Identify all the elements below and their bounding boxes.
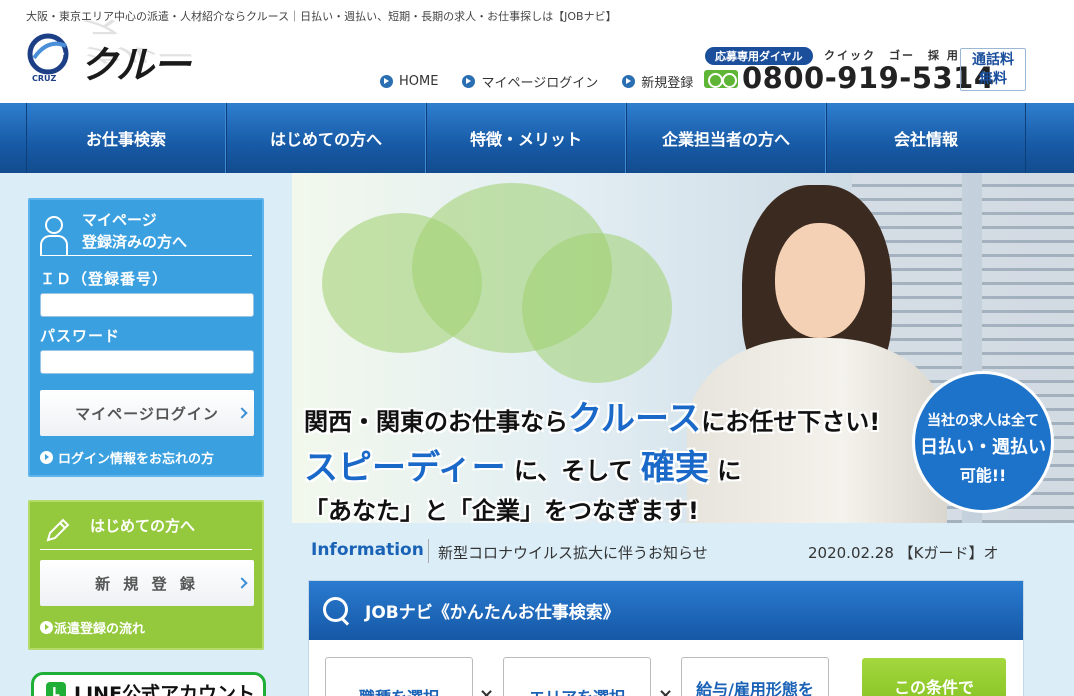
salary-select[interactable]: 給与/雇用形態を [681,657,829,696]
first-time-header: はじめての方へ [40,502,252,550]
nav-company-info[interactable]: 会社情報 [826,103,1026,173]
hero-person-face [775,223,865,338]
login-panel-title: マイページ 登録済みの方へ [82,209,187,253]
login-title-line1: マイページ [82,211,157,229]
nav-for-companies[interactable]: 企業担当者の方へ [626,103,826,173]
logo-reflection: クルース [80,16,190,66]
first-time-title: はじめての方へ [90,517,196,535]
daily-pay-line3: 可能!! [959,466,1007,485]
home-link-label: HOME [399,74,439,89]
arrow-circle-icon [40,621,53,634]
hero-line-2c: 確実 [640,448,709,488]
hero-line-1: 関西・関東のお仕事ならクルースにお任せ下さい! [304,391,880,440]
home-link[interactable]: HOME [380,72,438,91]
times-icon: × [479,685,495,696]
main-nav: お仕事検索 はじめての方へ 特徴・メリット 企業担当者の方へ 会社情報 [0,103,1074,173]
daily-pay-line1: 当社の求人は全て [927,413,1039,429]
arrow-circle-icon [40,451,53,464]
cruz-logo-icon [27,33,69,75]
job-search-title: JOBナビ《かんたんお仕事検索》 [365,603,620,623]
login-panel-header: マイページ 登録済みの方へ [40,200,252,256]
new-registration-button[interactable]: 新 規 登 録 [40,560,254,606]
line-icon: L [46,682,66,696]
id-input[interactable] [40,293,254,317]
hero-line-2d: に [717,457,742,485]
area-select[interactable]: エリアを選択 [503,657,651,696]
forgot-login-link[interactable]: ログイン情報をお忘れの方 [40,448,252,467]
nav-job-search[interactable]: お仕事検索 [26,103,226,173]
toll-free-line1: 通話料 [972,52,1014,68]
information-item[interactable]: 新型コロナウイルス拡大に伴うお知らせ [438,542,708,563]
mypage-login-link[interactable]: マイページログイン [462,72,598,91]
information-divider [428,539,429,563]
hero-line-2: スピーディー に、そして 確実 に [304,440,880,489]
salary-select-label: 給与/雇用形態を [696,680,814,696]
header-links: HOME マイページログイン 新規登録 [380,72,693,91]
mypage-login-button[interactable]: マイページログイン [40,390,254,436]
forgot-login-label: ログイン情報をお忘れの方 [58,452,215,467]
password-input[interactable] [40,350,254,374]
login-panel: マイページ 登録済みの方へ ＩＤ（登録番号） パスワード マイページログイン ロ… [28,198,264,477]
job-search-box: JOBナビ《かんたんお仕事検索》 職種を選択 × エリアを選択 × 給与/雇用形… [308,580,1024,696]
nav-first-time[interactable]: はじめての方へ [226,103,426,173]
times-icon: × [658,685,674,696]
arrow-circle-icon [462,75,476,88]
first-time-panel: はじめての方へ 新 規 登 録 派遣登録の流れ [28,500,264,650]
job-search-header: JOBナビ《かんたんお仕事検索》 [309,581,1023,640]
arrow-circle-icon [380,75,393,88]
id-label: ＩＤ（登録番号） [40,270,169,288]
information-label: Information [311,540,424,560]
new-registration-label: 新 規 登 録 [95,574,199,593]
daily-pay-badge: 当社の求人は全て 日払い・週払い 可能!! [912,371,1054,513]
toll-free-line2: 無料 [979,71,1007,87]
hero-line-1c: にお任せ下さい! [701,408,881,436]
registration-flow-label: 派遣登録の流れ [54,622,146,637]
hero-banner: 関西・関東のお仕事ならクルースにお任せ下さい! スピーディー に、そして 確実 … [292,173,1074,523]
site-logo[interactable]: CRUZ クルース クルース [26,16,206,142]
line-account-banner[interactable]: L LINE公式アカウント [31,672,266,696]
hero-line-3: 「あなた」と「企業」をつなぎます! [304,497,699,523]
hero-line-1b: クルース [568,399,702,439]
chevron-right-icon [236,407,248,419]
daily-pay-line2: 日払い・週払い [920,437,1046,458]
phone-number[interactable]: 0800-919-5314 [742,61,995,95]
register-link[interactable]: 新規登録 [622,72,693,91]
mypage-login-link-label: マイページログイン [481,76,599,91]
freedial-icon [704,70,738,88]
toll-free-badge: 通話料 無料 [960,48,1026,91]
search-icon [321,595,353,627]
area-select-label: エリアを選択 [529,688,625,696]
search-submit-label: この条件で [893,678,974,696]
information-ticker[interactable]: 2020.02.28 【Kガード】オ [808,542,1013,563]
hero-copy: 関西・関東のお仕事ならクルースにお任せ下さい! スピーディー に、そして 確実 … [304,391,880,523]
nav-features[interactable]: 特徴・メリット [426,103,626,173]
pencil-icon [46,518,70,542]
person-icon [40,216,68,256]
hero-tree [522,233,672,383]
hero-line-1a: 関西・関東のお仕事なら [304,408,568,436]
chevron-right-icon [236,577,248,589]
site-header: 大阪・東京エリア中心の派遣・人材紹介ならクルース｜日払い・週払い、短期・長期の求… [0,0,1074,142]
line-account-label: LINE公式アカウント [74,682,256,696]
job-type-select[interactable]: 職種を選択 [325,657,473,696]
hero-line-2b: に、そして [513,457,633,485]
hero-line-2a: スピーディー [304,448,506,488]
password-label: パスワード [40,327,121,345]
registration-flow-link[interactable]: 派遣登録の流れ [40,618,252,637]
mypage-login-button-label: マイページログイン [75,404,219,423]
search-submit-button[interactable]: この条件で [862,658,1006,696]
arrow-circle-icon [622,75,636,88]
job-type-select-label: 職種を選択 [359,688,439,696]
logo-subtext: CRUZ [32,74,57,83]
register-link-label: 新規登録 [641,76,694,91]
login-title-line2: 登録済みの方へ [82,233,188,251]
